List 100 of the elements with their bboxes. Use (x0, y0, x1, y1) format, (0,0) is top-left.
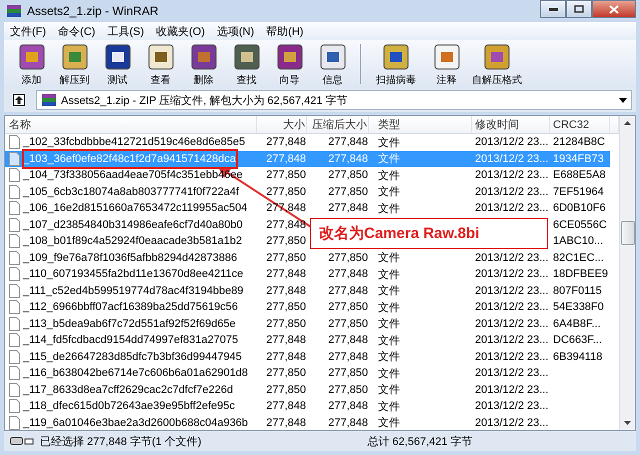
table-cell: 277,850 (328, 301, 368, 314)
column-header[interactable]: 大小 (257, 116, 307, 133)
file-icon (9, 399, 20, 414)
scrollbar[interactable] (619, 116, 635, 430)
package-icon (102, 42, 132, 72)
table-cell: 277,848 (328, 334, 368, 346)
menu-item[interactable]: 选项(N) (216, 24, 254, 38)
toolbar-button[interactable]: 信息 (313, 42, 352, 86)
toolbar-button[interactable]: 注释 (427, 42, 466, 86)
file-name[interactable]: _105_6cb3c18074a8ab803777741f0f722a4f (23, 186, 239, 198)
toolbar-button[interactable]: 添加 (12, 42, 51, 86)
table-cell: 277,850 (266, 169, 306, 182)
column-header[interactable]: 压缩后大小 (307, 116, 369, 133)
file-icon (9, 316, 20, 331)
file-name[interactable]: _119_6a01046e3bae2a3d2600b688c04a936b (23, 416, 248, 429)
file-name[interactable]: _109_f9e76a78f1036f5afbb8294d42873886 (23, 252, 238, 264)
table-cell: 6B394118 (553, 350, 602, 363)
minimize-icon (548, 8, 558, 10)
toolbar-button[interactable]: 自解压格式 (470, 42, 524, 86)
table-cell: 2013/12/2 23... (475, 318, 548, 330)
close-button[interactable] (592, 0, 636, 18)
menu-item[interactable]: 帮助(H) (266, 24, 304, 38)
scroll-thumb[interactable] (620, 221, 634, 245)
file-icon (9, 350, 20, 364)
file-name[interactable]: _117_8633d8ea7cff2629cac2c7dfcf7e226d (23, 384, 234, 396)
column-header[interactable]: 类型 (369, 116, 472, 133)
toolbar-button[interactable]: 测试 (98, 42, 137, 86)
package-icon (482, 42, 512, 72)
maximize-button[interactable] (566, 0, 592, 18)
scroll-down-icon (624, 421, 631, 425)
file-name[interactable]: _116_b638042be6714e7c606b6a01a62901d8 (23, 367, 248, 380)
table-cell-text: 文件 (378, 416, 400, 430)
table-cell: 807F0115 (553, 284, 602, 297)
file-name[interactable]: _114_fd5fcdbacd9154dd74997ef831a27075 (23, 334, 238, 346)
file-name[interactable]: _111_c52ed4b599519774d78ac4f3194bbe89 (23, 284, 244, 297)
table-cell: 277,848 (266, 416, 306, 429)
column-header[interactable]: 名称 (5, 116, 257, 133)
file-name[interactable]: _108_b01f89c4a52924f0eaacade3b581a1b2 (23, 235, 242, 248)
file-icon (9, 382, 20, 397)
toolbar-button[interactable]: 向导 (270, 42, 309, 86)
table-cell: 21284B8C (553, 136, 605, 148)
table-cell: 277,850 (328, 169, 368, 182)
column-header[interactable]: CRC32 (550, 116, 610, 133)
table-cell: 54E338F0 (553, 301, 604, 314)
table-cell: 277,848 (266, 152, 306, 165)
file-name[interactable]: _102_33fcbdbbbe412721d519c46e8d6e85e5 (23, 136, 246, 148)
minimize-button[interactable] (540, 0, 566, 18)
table-cell: 1ABC10... (553, 235, 604, 248)
table-cell-text: 文件 (378, 184, 400, 200)
table-cell: 6A4B8F... (553, 318, 601, 330)
table-cell: 2013/12/2 23... (475, 284, 548, 297)
menu-item[interactable]: 工具(S) (107, 24, 144, 38)
toolbar-button[interactable]: 删除 (184, 42, 223, 86)
table-cell-text: 文件 (378, 168, 400, 183)
file-name[interactable]: _112_6966bbff07acf16389ba25dd75619c56 (23, 301, 238, 314)
table-cell: 277,850 (266, 301, 306, 314)
table-cell: 2013/12/2 23... (475, 400, 548, 412)
file-name[interactable]: _113_b5dea9ab6f7c72d551af92f52f69d65e (23, 318, 236, 330)
package-icon (381, 42, 411, 72)
menu-item[interactable]: 收藏夹(O) (156, 24, 205, 38)
column-header[interactable]: 修改时间 (472, 116, 550, 133)
table-cell: 277,848 (328, 400, 368, 412)
table-cell: 2013/12/2 23... (475, 202, 548, 214)
books-icon (6, 3, 22, 19)
file-icon (9, 168, 20, 182)
table-cell: 6D0B10F6 (553, 202, 606, 214)
address-field[interactable]: Assets2_1.zip - ZIP 压缩文件, 解包大小为 62,567,421 字节 (36, 90, 632, 110)
file-name[interactable]: _110_607193455fa2bd11e13670d8ee4211ce (23, 268, 244, 280)
toolbar-button[interactable]: 查找 (227, 42, 266, 86)
menu-item[interactable]: 文件(F) (10, 24, 46, 38)
table-cell: 277,848 (266, 284, 306, 297)
file-name[interactable]: _118_dfec615d0b72643ae39e95bff2efe95c (23, 400, 235, 412)
table-cell: 2013/12/2 23... (475, 350, 548, 363)
toolbar-button[interactable]: 查看 (141, 42, 180, 86)
toolbar-button[interactable]: 扫描病毒 (369, 42, 423, 86)
menu-item[interactable]: 命令(C) (58, 24, 96, 38)
table-cell-text: 文件 (378, 316, 400, 332)
table-cell-text: 文件 (378, 268, 400, 282)
file-icon (9, 135, 20, 150)
table-cell: 277,850 (266, 252, 306, 264)
table-cell-text: 文件 (378, 366, 400, 381)
toolbar-button[interactable]: 解压到 (55, 42, 94, 86)
up-arrow-icon (13, 94, 25, 106)
file-icon (9, 201, 20, 216)
file-name[interactable]: _107_d23854840b314986eafe6cf7d40a80b0 (23, 218, 243, 231)
table-cell: 2013/12/2 23... (475, 152, 548, 165)
table-cell-text: 文件 (378, 284, 400, 298)
table-cell: 2013/12/2 23... (475, 136, 548, 148)
table-cell: 1934FB73 (553, 152, 604, 165)
file-name[interactable]: _115_de26647283d85dfc7b3bf36d99447945 (23, 350, 242, 363)
file-name[interactable]: _106_16e2d8151660a7653472c119955ac504 (23, 202, 248, 214)
table-cell: 18DFBEE9 (553, 268, 608, 280)
table-cell: 277,848 (266, 350, 306, 363)
table-cell: 277,850 (328, 186, 368, 198)
table-cell: E688E5A8 (553, 169, 606, 182)
table-cell: 277,850 (328, 252, 368, 264)
file-icon (9, 250, 20, 265)
table-cell-text: 文件 (378, 400, 400, 414)
table-cell: 2013/12/2 23... (475, 186, 548, 198)
table-cell: 277,850 (266, 367, 306, 380)
